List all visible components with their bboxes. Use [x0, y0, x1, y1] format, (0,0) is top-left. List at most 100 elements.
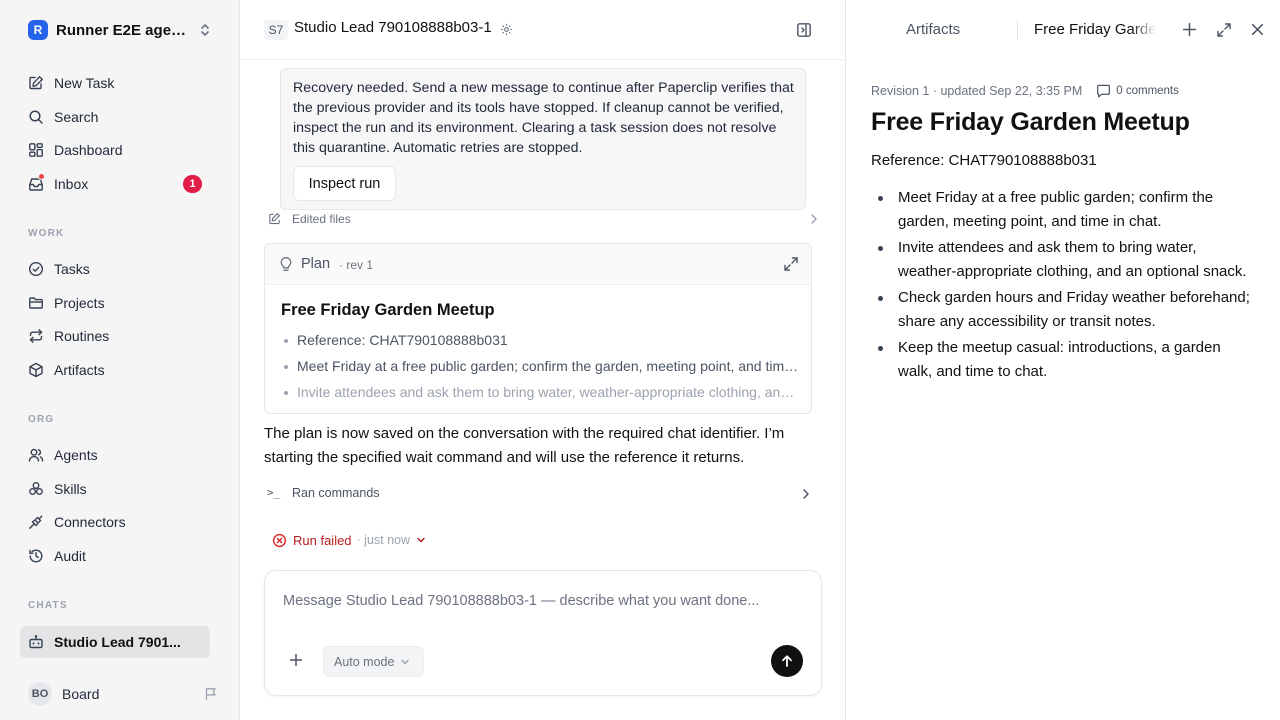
gear-icon[interactable]	[500, 23, 513, 36]
sidebar-item-inbox[interactable]: Inbox 1	[20, 169, 210, 199]
tab-artifacts[interactable]: Artifacts	[906, 21, 960, 38]
plug-icon	[28, 514, 44, 530]
run-status[interactable]: Run failed · just now	[272, 530, 426, 550]
sidebar-item-agents[interactable]: Agents	[20, 440, 210, 470]
panel-toggle-icon[interactable]	[796, 22, 812, 38]
sidebar-item-label: Artifacts	[54, 362, 105, 378]
sidebar-item-artifacts[interactable]: Artifacts	[20, 355, 210, 385]
chat-main: S7 Studio Lead 790108888b03-1 Recovery n…	[240, 0, 846, 720]
mode-select[interactable]: Auto mode	[323, 646, 424, 677]
board-user[interactable]: BO Board	[20, 680, 220, 708]
edited-files-row[interactable]: Edited files	[264, 212, 812, 228]
sidebar-item-label: Routines	[54, 328, 110, 344]
section-label-chats: CHATS	[28, 600, 68, 611]
sidebar-chat-studio-lead[interactable]: Studio Lead 7901...	[20, 626, 210, 658]
sidebar-item-label: Skills	[54, 481, 87, 497]
assistant-message: The plan is now saved on the conversatio…	[264, 425, 785, 466]
revision-info: Revision 1 · updated Sep 22, 3:35 PM	[871, 84, 1083, 98]
sidebar: R Runner E2E agen... New Task Search Das…	[0, 0, 240, 720]
plan-label: Plan	[301, 256, 331, 272]
expand-icon[interactable]	[783, 256, 799, 272]
plan-card-header: Plan · rev 1	[265, 244, 811, 285]
search-icon	[28, 109, 44, 125]
plus-icon[interactable]	[289, 653, 303, 667]
chevron-up-down-icon	[198, 22, 212, 38]
expand-icon[interactable]	[1216, 22, 1232, 38]
plan-revision: · rev 1	[339, 258, 374, 272]
chevron-down-icon	[401, 659, 410, 664]
sidebar-item-audit[interactable]: Audit	[20, 541, 210, 571]
comments-button[interactable]: 0 comments	[1096, 84, 1179, 98]
sidebar-item-label: New Task	[54, 75, 115, 91]
tab-artifact-document[interactable]: Free Friday Garden Meetup	[1034, 21, 1156, 38]
plus-icon[interactable]	[1182, 22, 1197, 37]
check-circle-icon	[28, 261, 44, 277]
sidebar-item-skills[interactable]: Skills	[20, 474, 210, 504]
list-item: Invite attendees and ask them to bring w…	[871, 236, 1251, 284]
chevron-down-icon	[416, 536, 426, 544]
sidebar-item-new-task[interactable]: New Task	[20, 68, 210, 98]
chevron-right-icon	[811, 214, 817, 224]
artifact-title: Free Friday Garden Meetup	[871, 108, 1190, 136]
flag-icon[interactable]	[204, 687, 218, 701]
sidebar-item-label: Studio Lead 7901...	[54, 634, 181, 650]
arrow-up-icon	[782, 655, 792, 667]
tab-divider	[1017, 20, 1018, 40]
edit-icon	[28, 75, 44, 91]
list-item: Meet Friday at a free public garden; con…	[871, 186, 1251, 234]
chevron-right-icon	[802, 488, 810, 500]
users-icon	[28, 447, 44, 463]
comment-icon	[1097, 84, 1111, 98]
artifact-panel: Artifacts Free Friday Garden Meetup Revi…	[847, 0, 1280, 720]
list-item: Invite attendees and ask them to bring w…	[281, 381, 801, 407]
list-item: Meet Friday at a free public garden; con…	[281, 355, 801, 381]
terminal-icon: >_	[267, 486, 281, 499]
agent-chip: S7	[264, 20, 288, 40]
section-label-org: ORG	[28, 414, 55, 425]
page-title: Studio Lead 790108888b03-1	[294, 19, 492, 36]
inspect-run-button[interactable]: Inspect run	[293, 166, 396, 201]
mode-select-label: Auto mode	[334, 654, 395, 669]
close-icon[interactable]	[1250, 22, 1265, 37]
folder-icon	[28, 295, 44, 311]
edited-files-label: Edited files	[292, 212, 351, 226]
bot-icon	[28, 634, 44, 650]
sidebar-item-dashboard[interactable]: Dashboard	[20, 135, 210, 165]
sidebar-item-label: Connectors	[54, 514, 126, 530]
plan-card[interactable]: Plan · rev 1 Free Friday Garden Meetup R…	[264, 243, 812, 414]
sidebar-item-label: Inbox	[54, 176, 89, 192]
sidebar-item-connectors[interactable]: Connectors	[20, 507, 210, 537]
sidebar-item-routines[interactable]: Routines	[20, 321, 210, 351]
list-item: Reference: CHAT790108888b031	[281, 329, 801, 355]
plan-title: Free Friday Garden Meetup	[281, 301, 495, 319]
sidebar-item-label: Projects	[54, 295, 105, 311]
avatar: BO	[28, 682, 52, 706]
message-composer: Auto mode	[264, 570, 822, 696]
sidebar-item-tasks[interactable]: Tasks	[20, 254, 210, 284]
workspace-name: Runner E2E agen...	[56, 21, 192, 39]
history-icon	[28, 548, 44, 564]
ran-commands-label: Ran commands	[292, 486, 380, 500]
sidebar-item-projects[interactable]: Projects	[20, 288, 210, 318]
inbox-count-badge: 1	[183, 175, 202, 193]
sidebar-item-search[interactable]: Search	[20, 102, 210, 132]
recovery-alert-text: Recovery needed. Send a new message to c…	[293, 80, 794, 156]
run-status-label: Run failed	[293, 532, 352, 548]
inbox-icon	[28, 173, 45, 192]
send-button[interactable]	[771, 645, 803, 677]
run-status-time: · just now	[356, 533, 411, 547]
plan-items: Reference: CHAT790108888b031 Meet Friday…	[281, 329, 801, 407]
list-item: Check garden hours and Friday weather be…	[871, 286, 1251, 334]
x-circle-icon	[272, 533, 287, 548]
sidebar-item-label: Dashboard	[54, 142, 123, 158]
workspace-switcher[interactable]: R Runner E2E agen...	[20, 14, 220, 46]
sidebar-item-label: Search	[54, 109, 99, 125]
comments-count: 0 comments	[1116, 85, 1179, 97]
artifact-items: Meet Friday at a free public garden; con…	[871, 186, 1251, 386]
ran-commands-row[interactable]: >_ Ran commands	[264, 484, 812, 504]
artifact-tabs: Artifacts Free Friday Garden Meetup	[847, 0, 1280, 60]
artifact-reference: Reference: CHAT790108888b031	[871, 152, 1097, 169]
message-input[interactable]	[283, 589, 803, 613]
sidebar-item-label: Tasks	[54, 261, 90, 277]
repeat-icon	[28, 328, 44, 344]
